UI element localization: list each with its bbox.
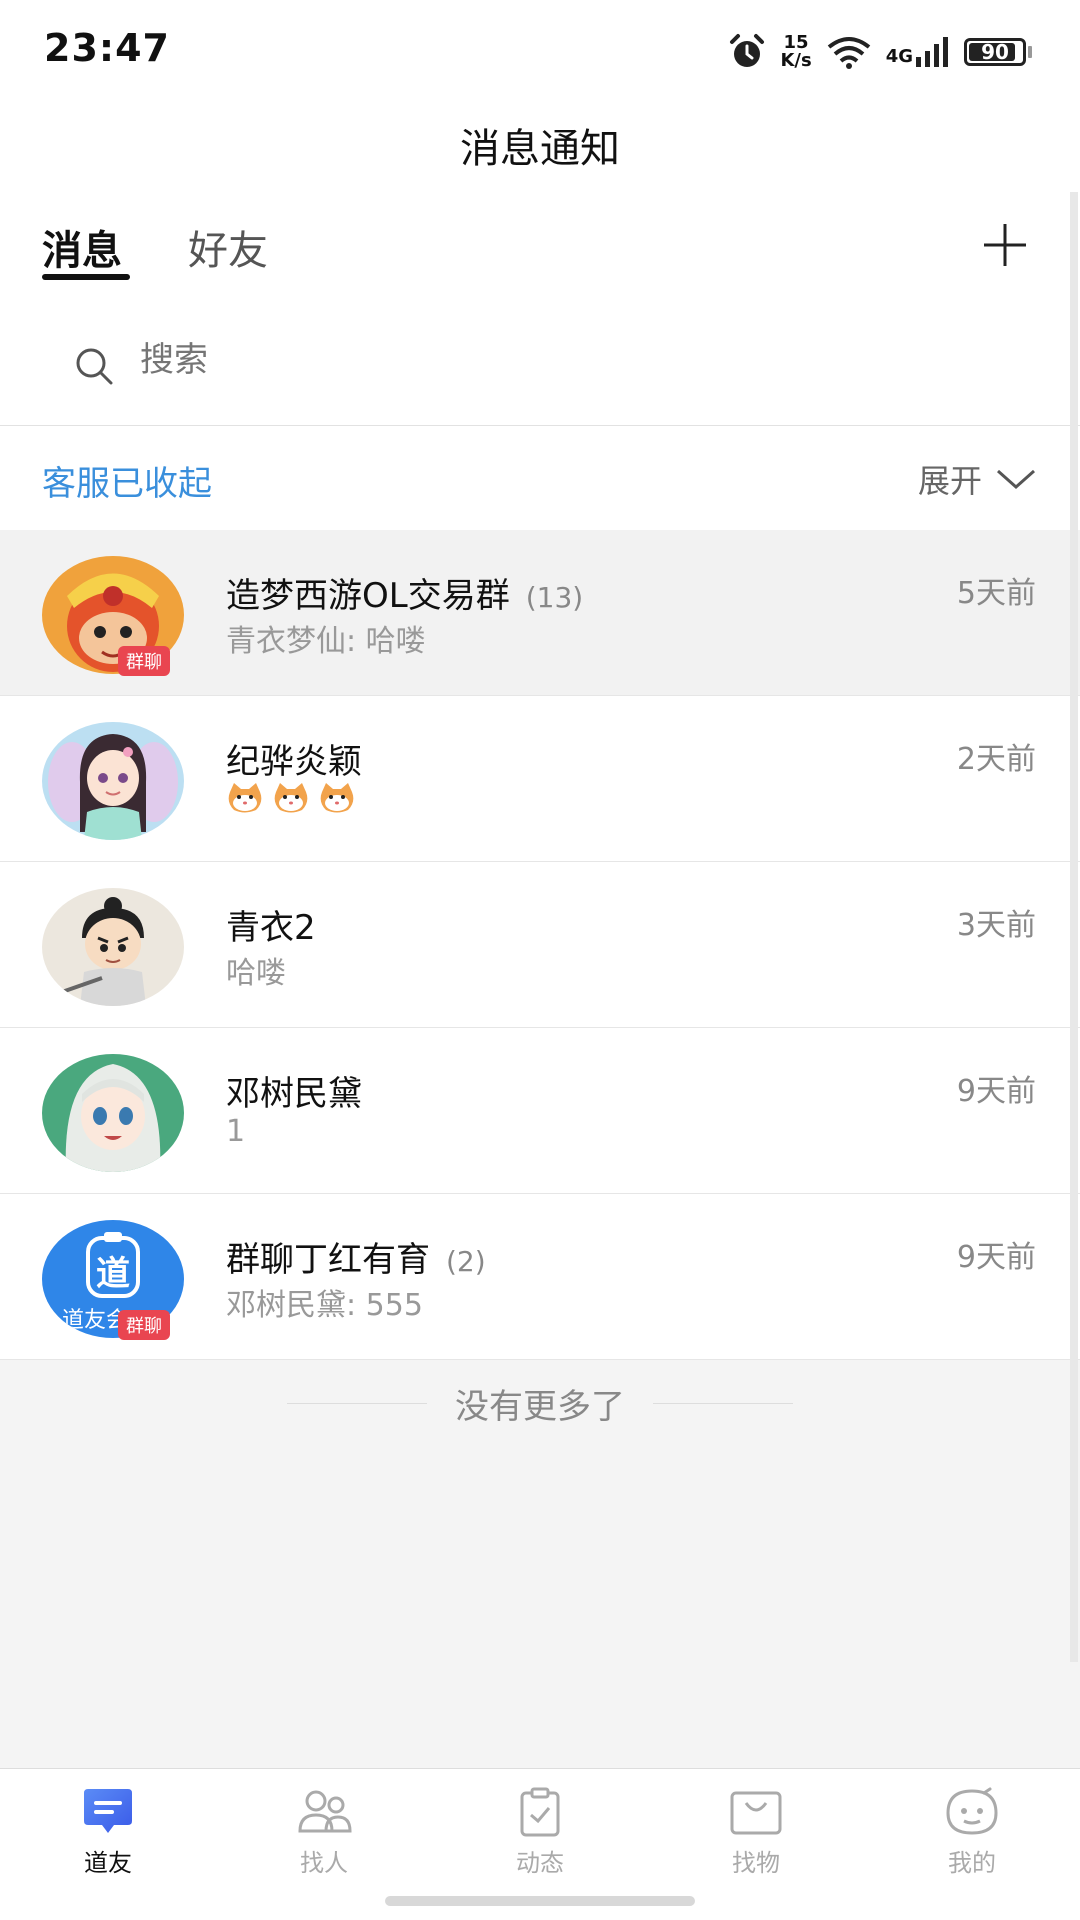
cat-emoji-icon — [320, 783, 354, 813]
chat-item[interactable]: 纪骅炎颖 2天前 — [0, 696, 1080, 862]
chat-preview: 青衣梦仙: 哈喽 — [226, 624, 426, 659]
clipboard-icon — [520, 1787, 560, 1837]
chat-name: 邓树民黛 — [226, 1074, 362, 1114]
scrollbar[interactable] — [1070, 192, 1078, 1662]
chat-preview — [226, 782, 356, 814]
signal-icon: 4G — [886, 37, 950, 67]
nav-label: 我的 — [948, 1849, 996, 1877]
nav-item-find-people[interactable]: 找人 — [216, 1787, 432, 1878]
chat-item[interactable]: 道 道友会 群聊 群聊丁红有育 (2) 邓树民黛: 555 9天前 — [0, 1194, 1080, 1360]
status-icons: 15 K/s 4G 90 — [728, 30, 1032, 74]
network-speed: 15 K/s — [780, 32, 812, 71]
list-end-indicator: 没有更多了 — [0, 1378, 1080, 1428]
tab-messages[interactable]: 消息 — [42, 218, 122, 276]
status-time: 23:47 — [44, 26, 170, 70]
chat-time: 9天前 — [956, 1240, 1036, 1275]
divider — [287, 1402, 427, 1404]
chat-name: 纪骅炎颖 — [226, 742, 362, 782]
chat-name: 造梦西游OL交易群 (13) — [226, 576, 584, 616]
chat-name: 群聊丁红有育 (2) — [226, 1240, 486, 1280]
nav-label: 找物 — [732, 1849, 780, 1877]
tab-active-indicator — [42, 274, 130, 280]
chat-icon — [84, 1789, 132, 1833]
chat-time: 2天前 — [956, 742, 1036, 777]
member-count: (2) — [446, 1245, 486, 1278]
search-icon — [76, 348, 113, 385]
chat-item[interactable]: 邓树民黛 1 9天前 — [0, 1028, 1080, 1194]
chevron-down-icon — [997, 469, 1035, 490]
daoyouhui-logo-char: 道 — [96, 1254, 130, 1294]
search-bar — [0, 306, 1080, 426]
customer-service-bar: 客服已收起 展开 — [0, 426, 1080, 530]
alarm-icon — [730, 34, 765, 67]
chat-list: 群聊 造梦西游OL交易群 (13) 青衣梦仙: 哈喽 5天前 纪骅炎颖 2天前 … — [0, 530, 1080, 1360]
chat-time: 9天前 — [956, 1074, 1036, 1109]
cat-emoji-icon — [228, 783, 262, 813]
nav-label: 动态 — [516, 1849, 564, 1877]
nav-item-find-items[interactable]: 找物 — [648, 1787, 864, 1878]
nav-item-me[interactable]: 我的 — [864, 1787, 1080, 1878]
header: 消息通知 — [0, 100, 1080, 192]
search-input[interactable] — [140, 340, 740, 380]
nav-item-feed[interactable]: 动态 — [432, 1787, 648, 1878]
face-icon — [946, 1787, 998, 1835]
expand-label: 展开 — [917, 462, 982, 500]
member-count: (13) — [525, 581, 584, 614]
home-indicator[interactable] — [385, 1896, 695, 1906]
page-title: 消息通知 — [460, 126, 620, 172]
chat-preview: 1 — [226, 1114, 246, 1149]
people-icon — [298, 1790, 352, 1833]
chat-time: 3天前 — [956, 908, 1036, 943]
customer-service-label: 客服已收起 — [42, 464, 212, 504]
chat-preview: 哈喽 — [226, 956, 286, 991]
nav-label: 找人 — [300, 1849, 348, 1877]
group-chat-badge: 群聊 — [118, 646, 170, 676]
add-icon[interactable] — [980, 220, 1030, 270]
nav-item-daoyou[interactable]: 道友 — [0, 1787, 216, 1878]
chat-item[interactable]: 群聊 造梦西游OL交易群 (13) 青衣梦仙: 哈喽 5天前 — [0, 530, 1080, 696]
chat-item[interactable]: 青衣2 哈喽 3天前 — [0, 862, 1080, 1028]
tab-bar: 消息 好友 — [0, 192, 1080, 306]
fairy-girl-avatar — [42, 722, 184, 840]
chat-name: 青衣2 — [226, 908, 316, 948]
battery-icon: 90 — [964, 38, 1032, 66]
chat-preview: 邓树民黛: 555 — [226, 1288, 423, 1323]
swordsman-avatar — [42, 888, 184, 1006]
expand-button[interactable]: 展开 — [918, 456, 1036, 502]
tab-friends[interactable]: 好友 — [188, 218, 268, 276]
anime-girl-avatar — [42, 1054, 184, 1172]
group-chat-badge: 群聊 — [118, 1310, 170, 1340]
chat-time: 5天前 — [956, 576, 1036, 611]
bag-icon — [730, 1791, 782, 1835]
divider — [653, 1402, 793, 1404]
status-bar: 23:47 15 K/s 4G 90 — [0, 0, 1080, 100]
wifi-icon — [827, 37, 870, 69]
cat-emoji-icon — [274, 783, 308, 813]
no-more-text: 没有更多了 — [455, 1386, 625, 1427]
nav-label: 道友 — [84, 1849, 132, 1877]
